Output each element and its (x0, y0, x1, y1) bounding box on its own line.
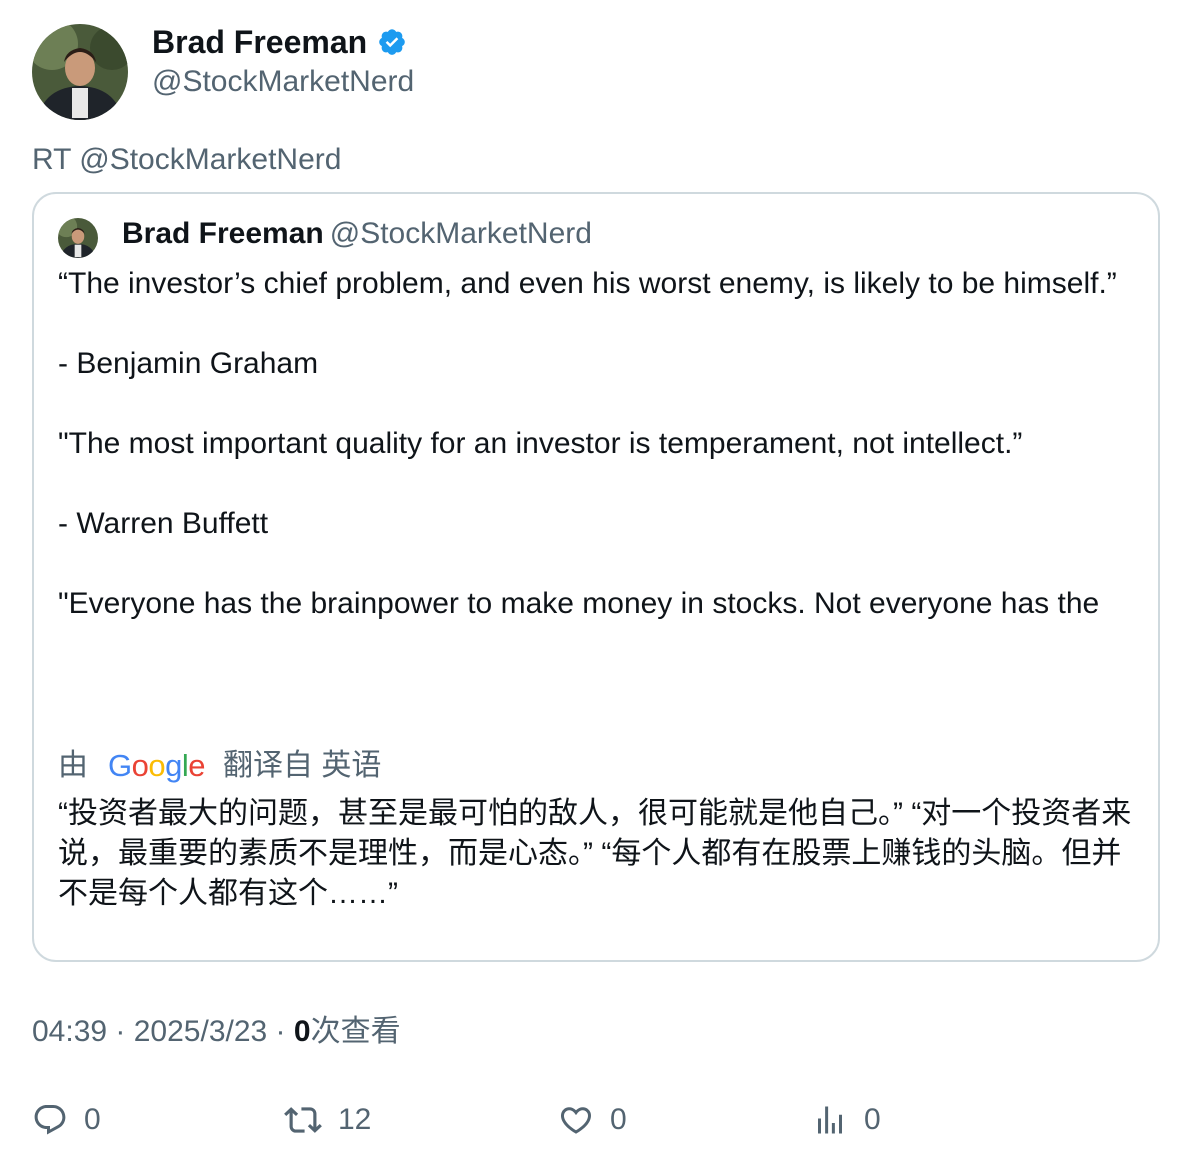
retweet-count: 12 (338, 1103, 372, 1136)
tweet-meta: 04:39 · 2025/3/23 · 0次查看 (32, 1012, 401, 1052)
tweet-date[interactable]: 2025/3/23 (134, 1015, 267, 1048)
like-button[interactable]: 0 (558, 1098, 627, 1142)
reply-button[interactable]: 0 (32, 1098, 101, 1142)
meta-separator: · (107, 1015, 134, 1048)
author-display-name[interactable]: Brad Freeman (152, 24, 367, 60)
retweet-label: RT @StockMarketNerd (32, 143, 342, 176)
author-handle[interactable]: @StockMarketNerd (152, 64, 414, 100)
views-count: 0 (293, 1015, 311, 1048)
reply-icon (32, 1102, 68, 1138)
views-label: 次查看 (310, 1015, 401, 1048)
quote-paragraph: “The investor’s chief problem, and even … (58, 267, 1117, 300)
avatar[interactable] (32, 24, 128, 120)
quoted-handle: @StockMarketNerd (329, 217, 592, 250)
quoted-display-name: Brad Freeman (122, 217, 324, 250)
meta-separator: · (267, 1015, 294, 1048)
google-logo: Google (108, 748, 206, 783)
reply-count: 0 (84, 1103, 101, 1136)
translation-prefix: 由 (58, 749, 88, 782)
quoted-avatar[interactable] (58, 218, 98, 258)
tweet-time[interactable]: 04:39 (32, 1015, 107, 1048)
quote-paragraph: "Everyone has the brainpower to make mon… (58, 587, 1100, 620)
quote-paragraph: "The most important quality for an inves… (58, 427, 1023, 460)
translated-text: “投资者最大的问题，甚至是最可怕的敌人，很可能就是他自己。” “对一个投资者来说… (58, 797, 1132, 910)
quoted-tweet-card[interactable]: Brad Freeman @StockMarketNerd “The invest… (32, 192, 1160, 962)
views-action-count: 0 (864, 1103, 881, 1136)
action-bar: 0 12 0 0 (0, 1098, 1196, 1142)
views-button[interactable]: 0 (812, 1098, 881, 1142)
translation-suffix: 翻译自 英语 (223, 749, 382, 782)
quoted-text: “The investor’s chief problem, and even … (58, 264, 1138, 624)
quote-paragraph: - Warren Buffett (58, 507, 269, 540)
retweet-button[interactable]: 12 (284, 1098, 371, 1142)
views-icon (812, 1102, 848, 1138)
retweet-icon (284, 1101, 322, 1139)
verified-badge-icon (377, 27, 407, 57)
quote-paragraph: - Benjamin Graham (58, 347, 319, 380)
like-count: 0 (610, 1103, 627, 1136)
translation-attribution[interactable]: 由 Google 翻译自 英语 (58, 746, 381, 786)
like-icon (558, 1102, 594, 1138)
